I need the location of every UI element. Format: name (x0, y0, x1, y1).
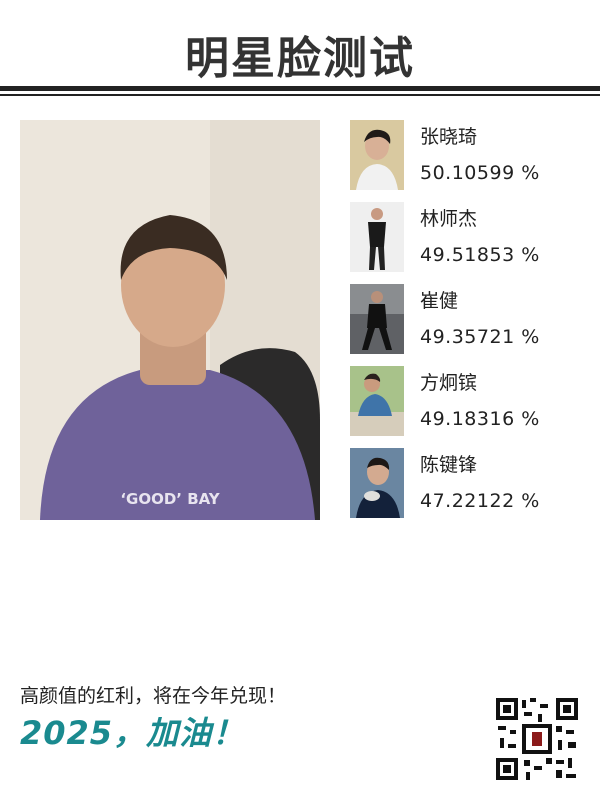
similarity-score: 49.35721 % (420, 326, 540, 348)
celebrity-thumbnail (350, 202, 404, 272)
celebrity-portrait-icon (350, 284, 404, 354)
similarity-score: 47.22122 % (420, 490, 540, 512)
header-divider-thin (0, 94, 600, 96)
page-title: 明星脸测试 (185, 33, 415, 84)
header-divider-thick (0, 86, 600, 91)
shirt-print-text: ‘GOOD’ BAY (120, 490, 220, 508)
celebrity-portrait-icon (350, 448, 404, 518)
user-photo: ‘GOOD’ BAY (20, 120, 320, 520)
result-item[interactable]: 崔健 49.35721 % (350, 284, 590, 366)
result-item[interactable]: 林师杰 49.51853 % (350, 202, 590, 284)
result-item[interactable]: 方炯镔 49.18316 % (350, 366, 590, 448)
similarity-score: 49.51853 % (420, 244, 540, 266)
result-item[interactable]: 陈键锋 47.22122 % (350, 448, 590, 530)
celebrity-thumbnail (350, 448, 404, 518)
footer-slogan: 2025，加油！ (20, 714, 246, 752)
qr-code-icon (494, 696, 580, 782)
result-item[interactable]: 张晓琦 50.10599 % (350, 120, 590, 202)
celebrity-name: 张晓琦 (420, 126, 478, 148)
match-results: 张晓琦 50.10599 % 林师杰 49.51853 % 崔健 49.3572… (350, 120, 590, 530)
celebrity-thumbnail (350, 366, 404, 436)
celebrity-portrait-icon (350, 202, 404, 272)
celebrity-name: 方炯镔 (420, 372, 478, 394)
celebrity-name: 林师杰 (420, 208, 478, 230)
header: 明星脸测试 (0, 0, 600, 100)
celebrity-name: 陈键锋 (420, 454, 478, 476)
celebrity-thumbnail (350, 284, 404, 354)
celebrity-thumbnail (350, 120, 404, 190)
celebrity-name: 崔健 (420, 290, 459, 312)
similarity-score: 50.10599 % (420, 162, 540, 184)
footer-message: 高颜值的红利，将在今年兑现！ (20, 685, 287, 707)
celebrity-portrait-icon (350, 366, 404, 436)
celebrity-portrait-icon (350, 120, 404, 190)
qr-code[interactable] (494, 696, 580, 782)
similarity-score: 49.18316 % (420, 408, 540, 430)
